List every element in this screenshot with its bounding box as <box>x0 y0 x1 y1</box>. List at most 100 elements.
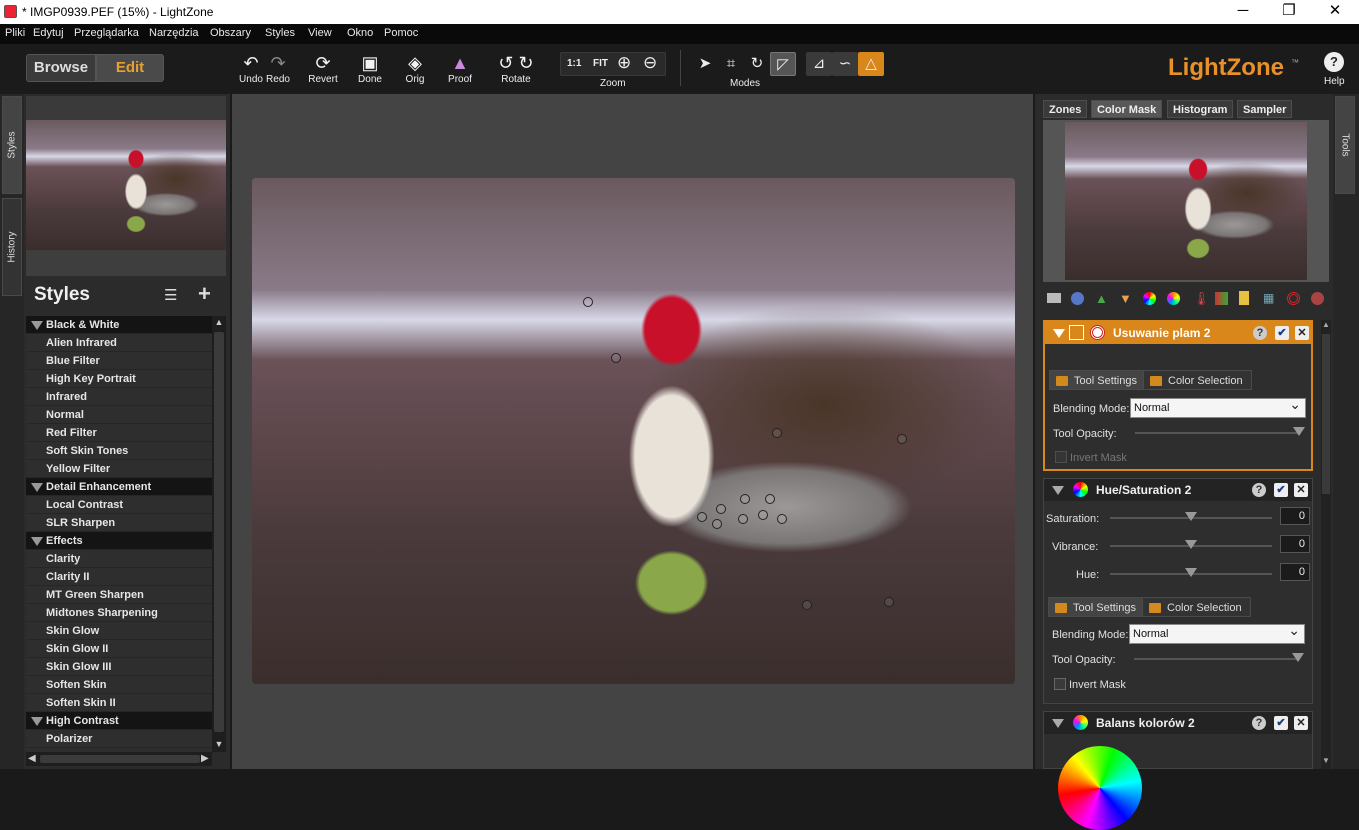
style-item[interactable]: SLR Sharpen <box>26 514 212 532</box>
tool-opacity-slider[interactable] <box>1134 653 1304 662</box>
help-icon[interactable]: ? <box>1252 483 1266 497</box>
style-item[interactable]: Skin Glow <box>26 622 212 640</box>
tool-spot-removal-header[interactable]: Usuwanie plam 2 ? ✔ ✕ <box>1045 322 1311 344</box>
style-item[interactable]: Infrared <box>26 388 212 406</box>
spot-marker[interactable] <box>884 597 894 607</box>
scroll-left-icon[interactable]: ◀ <box>28 753 36 764</box>
zoom-1to1-button[interactable]: 1:1 <box>567 58 581 69</box>
scroll-down-icon[interactable]: ▼ <box>1322 756 1330 765</box>
white-balance-icon[interactable]: 🌡 <box>1193 291 1210 307</box>
collapse-icon[interactable] <box>1052 486 1064 495</box>
menu-view[interactable]: View <box>308 27 332 39</box>
styles-vertical-scrollbar[interactable]: ▲ ▼ <box>212 316 226 752</box>
rotate-mode-icon[interactable]: ↻ <box>744 52 770 76</box>
tool-color-balance-header[interactable]: Balans kolorów 2 ? ✔ ✕ <box>1044 712 1312 734</box>
slider-knob[interactable] <box>1292 653 1304 662</box>
rotate-icons[interactable]: ↺ ↻ <box>496 52 536 74</box>
red-eye-icon[interactable] <box>1287 292 1300 305</box>
style-item[interactable]: Normal <box>26 406 212 424</box>
relight-icon[interactable]: ▼ <box>1119 291 1132 306</box>
tab-tools[interactable]: Tools <box>1335 96 1355 194</box>
redo-button[interactable]: ↷ Redo <box>264 52 292 85</box>
hue-saturation-icon[interactable] <box>1143 292 1156 305</box>
style-item[interactable]: Blue Filter <box>26 352 212 370</box>
style-item[interactable]: Soft Skin Tones <box>26 442 212 460</box>
tab-color-selection[interactable]: Color Selection <box>1142 597 1251 617</box>
spot-marker[interactable] <box>777 514 787 524</box>
help-icon[interactable]: ? <box>1324 52 1344 72</box>
spot-marker[interactable] <box>802 600 812 610</box>
slider-knob[interactable] <box>1293 427 1305 436</box>
style-item[interactable]: Red Filter <box>26 424 212 442</box>
tab-tool-settings[interactable]: Tool Settings <box>1048 597 1145 617</box>
menu-styles[interactable]: Styles <box>265 27 295 39</box>
color-wheel[interactable] <box>1058 746 1142 830</box>
menu-przegladarka[interactable]: Przeglądarka <box>74 27 139 39</box>
arrow-mode-icon[interactable]: ➤ <box>692 52 718 76</box>
style-item[interactable]: Clarity II <box>26 568 212 586</box>
menu-edytuj[interactable]: Edytuj <box>33 27 64 39</box>
add-style-icon[interactable]: + <box>198 281 211 307</box>
style-item[interactable]: Skin Glow II <box>26 640 212 658</box>
collapse-icon[interactable] <box>1052 719 1064 728</box>
style-category[interactable]: High Contrast <box>26 712 212 730</box>
scroll-up-icon[interactable]: ▲ <box>214 317 224 327</box>
spot-region-icon[interactable]: △ <box>858 52 884 76</box>
polygon-region-icon[interactable]: ⊿ <box>806 52 832 76</box>
tab-tool-settings[interactable]: Tool Settings <box>1049 370 1146 390</box>
revert-button[interactable]: ⟳ Revert <box>306 52 340 85</box>
blending-mode-select[interactable]: Normal <box>1129 621 1305 644</box>
tab-history[interactable]: History <box>2 198 22 296</box>
maximize-button[interactable]: ❐ <box>1266 0 1312 24</box>
edit-button[interactable]: Edit <box>96 54 164 82</box>
style-item[interactable]: Yellow Filter <box>26 460 212 478</box>
saturation-value[interactable]: 0 <box>1280 507 1310 525</box>
tool-opacity-slider[interactable] <box>1135 427 1305 436</box>
hue-slider[interactable] <box>1110 568 1272 577</box>
slider-knob[interactable] <box>1185 568 1197 577</box>
main-photo[interactable] <box>252 178 1015 684</box>
menu-pomoc[interactable]: Pomoc <box>384 27 418 39</box>
region-mode-icon[interactable]: ◸ <box>770 52 796 76</box>
zone-mapper-icon[interactable] <box>1047 293 1061 303</box>
menu-pliki[interactable]: Pliki <box>5 27 25 39</box>
scroll-right-icon[interactable]: ▶ <box>201 753 209 764</box>
tab-color-selection[interactable]: Color Selection <box>1143 370 1252 390</box>
help-icon[interactable]: ? <box>1253 326 1267 340</box>
spot-marker[interactable] <box>712 519 722 529</box>
menu-okno[interactable]: Okno <box>347 27 373 39</box>
image-canvas[interactable] <box>232 94 1033 769</box>
menu-narzedzia[interactable]: Narzędzia <box>149 27 199 39</box>
proof-button[interactable]: ▲ Proof <box>444 52 476 85</box>
vibrance-slider[interactable] <box>1110 540 1272 549</box>
hue-value[interactable]: 0 <box>1280 563 1310 581</box>
spot-marker[interactable] <box>758 510 768 520</box>
orig-button[interactable]: ◈ Orig <box>400 52 430 85</box>
spot-marker[interactable] <box>740 494 750 504</box>
scroll-up-icon[interactable]: ▲ <box>1322 320 1330 329</box>
noise-reduction-icon[interactable]: ▦ <box>1263 291 1274 305</box>
list-view-icon[interactable]: ☰ <box>164 286 177 304</box>
style-item[interactable]: Clarity <box>26 550 212 568</box>
tools-scrollbar[interactable]: ▲ ▼ <box>1321 320 1331 769</box>
style-item[interactable]: Alien Infrared <box>26 334 212 352</box>
collapse-icon[interactable] <box>1053 329 1065 338</box>
spot-marker[interactable] <box>897 434 907 444</box>
spot-marker[interactable] <box>697 512 707 522</box>
help-icon[interactable]: ? <box>1252 716 1266 730</box>
spot-marker[interactable] <box>611 353 621 363</box>
blending-mode-select[interactable]: Normal <box>1130 395 1306 418</box>
scroll-down-icon[interactable]: ▼ <box>214 739 224 749</box>
saturation-slider[interactable] <box>1110 512 1272 521</box>
invert-mask-checkbox[interactable] <box>1054 678 1066 690</box>
style-item[interactable]: Midtones Sharpening <box>26 604 212 622</box>
invert-mask-checkbox[interactable] <box>1055 451 1067 463</box>
zoom-out-icon[interactable]: ⊖ <box>643 53 657 73</box>
slider-knob[interactable] <box>1185 512 1197 521</box>
tab-color-mask[interactable]: Color Mask <box>1091 100 1163 118</box>
remove-tool-icon[interactable]: ✕ <box>1295 326 1309 340</box>
zoom-in-icon[interactable]: ⊕ <box>617 53 631 73</box>
style-category[interactable]: Black & White <box>26 316 212 334</box>
vibrance-value[interactable]: 0 <box>1280 535 1310 553</box>
tab-histogram[interactable]: Histogram <box>1167 100 1234 118</box>
